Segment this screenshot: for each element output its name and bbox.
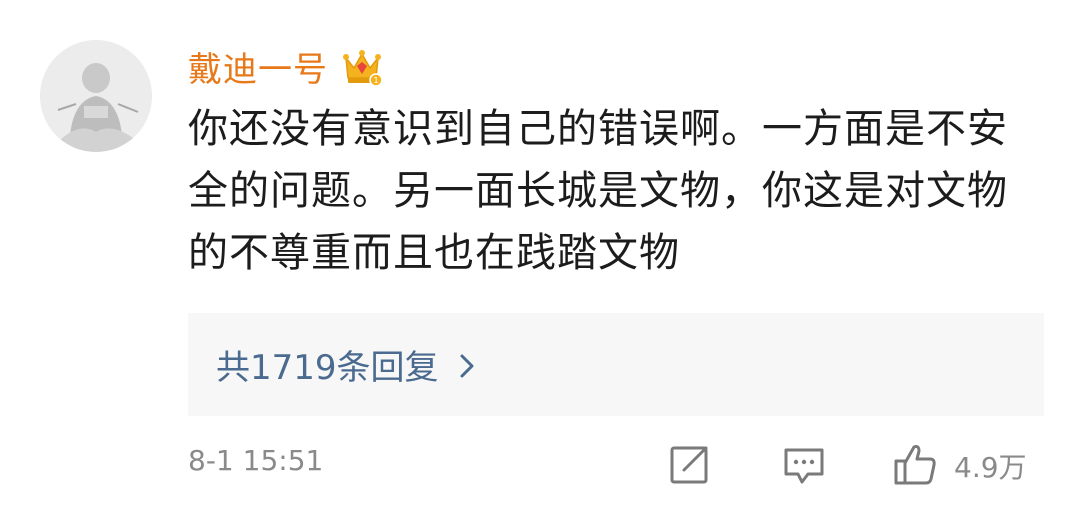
comment-button[interactable] (782, 440, 826, 492)
timestamp: 8-1 15:51 (188, 444, 324, 477)
crown-badge-icon[interactable]: 1 (340, 44, 384, 88)
avatar[interactable] (40, 40, 152, 152)
like-count: 4.9万 (954, 451, 1027, 484)
comment-item: 戴迪一号 1 你还没有意识到自己的错误啊。一方面是不安全的问题。另一面长城是文物… (0, 0, 1080, 507)
replies-box[interactable]: 共1719条回复 (188, 313, 1044, 416)
comment-bubble-icon (782, 442, 826, 490)
username[interactable]: 戴迪一号 (188, 42, 328, 91)
comment-footer: 8-1 15:51 4.9万 (188, 440, 1048, 492)
share-button[interactable] (668, 440, 712, 492)
like-button[interactable]: 4.9万 (892, 440, 1027, 492)
replies-label: 共1719条回复 (216, 348, 439, 388)
username-row: 戴迪一号 1 (188, 40, 384, 92)
share-edit-icon (668, 442, 712, 490)
chevron-right-icon (457, 350, 477, 380)
comment-text: 你还没有意识到自己的错误啊。一方面是不安全的问题。另一面长城是文物，你这是对文物… (188, 106, 1008, 276)
svg-text:1: 1 (373, 76, 378, 85)
thumbs-up-icon (892, 441, 938, 491)
view-replies-link[interactable]: 共1719条回复 (216, 340, 477, 389)
